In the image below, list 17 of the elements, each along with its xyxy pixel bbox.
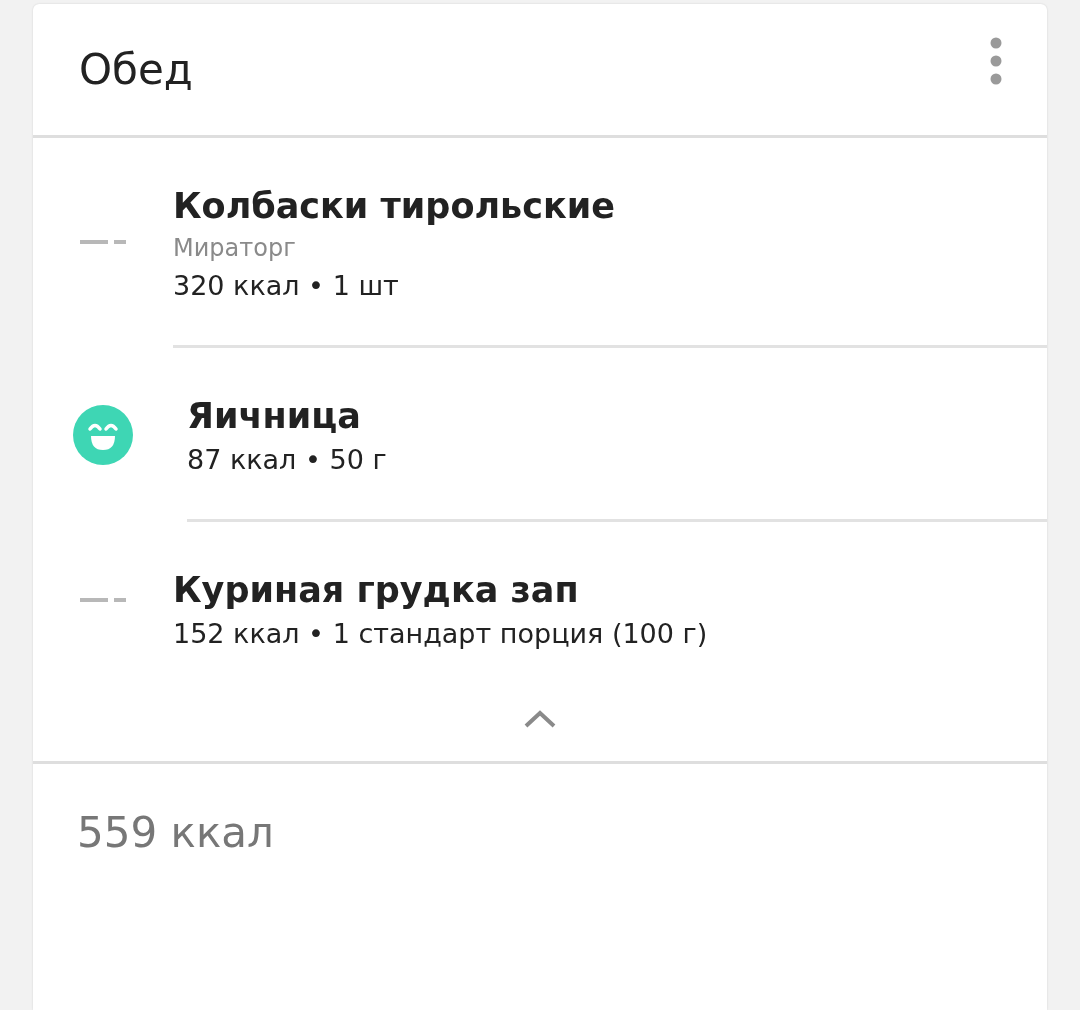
- food-calories-portion: 320 ккал • 1 шт: [173, 270, 400, 301]
- more-menu-icon[interactable]: [989, 36, 1003, 85]
- dash-icon: [80, 240, 126, 246]
- smiley-icon: [73, 405, 133, 465]
- food-item[interactable]: Куриная грудка зап 152 ккал • 1 стандарт порция (100 г): [33, 522, 1047, 679]
- meal-title: Обед: [79, 45, 193, 94]
- food-calories-portion: 152 ккал • 1 стандарт порция (100 г): [173, 618, 709, 649]
- total-calories: 559 ккал: [77, 808, 274, 857]
- food-name: Яичница: [187, 396, 362, 436]
- food-brand: Мираторг: [173, 234, 297, 262]
- dash-icon: [80, 597, 126, 604]
- collapse-chevron-icon[interactable]: [523, 709, 557, 729]
- food-name: Колбаски тирольские: [173, 186, 616, 226]
- food-calories-portion: 87 ккал • 50 г: [187, 444, 388, 475]
- food-item[interactable]: Яичница 87 ккал • 50 г: [33, 348, 1047, 522]
- food-name: Куриная грудка зап: [173, 570, 580, 610]
- food-item[interactable]: Колбаски тирольские Мираторг 320 ккал • 1 шт: [33, 138, 1047, 348]
